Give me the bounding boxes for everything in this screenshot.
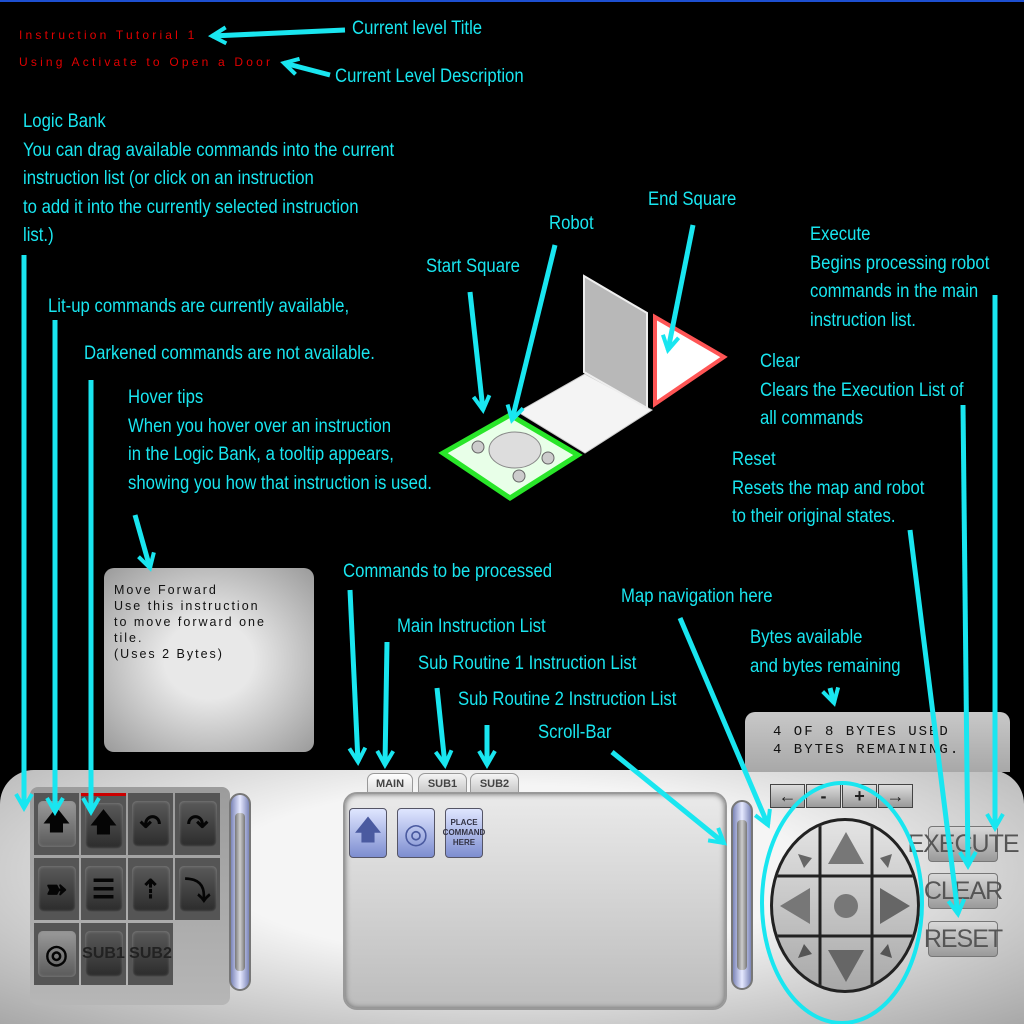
center-icon <box>834 894 858 918</box>
list-item-activate[interactable]: ◎ <box>397 808 435 858</box>
logic-bank-command[interactable]: SUB2 <box>128 923 173 985</box>
annotation-lit-up: Lit-up commands are currently available, <box>48 296 350 317</box>
annotation-hover-tips: Hover tips When you hover over an instruc… <box>128 387 432 494</box>
annotation-scroll-bar: Scroll-Bar <box>538 722 612 743</box>
ladder-icon: ☰ <box>84 866 123 912</box>
bytes-used: 4 OF 8 BYTES USED <box>773 724 950 740</box>
tab-sub1[interactable]: SUB1 <box>418 773 467 794</box>
tab-sub2[interactable]: SUB2 <box>470 773 519 794</box>
logic-bank-command[interactable]: ➽ <box>34 858 79 920</box>
tab-main[interactable]: MAIN <box>367 773 413 794</box>
hover-tooltip: Move Forward Use this instruction to move … <box>104 568 314 752</box>
list-item-move-forward[interactable]: 🡅 <box>349 808 387 858</box>
zoom-in-button[interactable]: + <box>842 784 877 808</box>
pan-left-icon <box>780 888 810 924</box>
move-forward-icon: 🡅 <box>37 801 76 847</box>
logic-bank-command[interactable]: SUB1 <box>81 923 126 985</box>
instruction-list-scrollbar[interactable] <box>731 800 753 990</box>
annotation-sub1-list: Sub Routine 1 Instruction List <box>418 653 637 674</box>
pan-right-icon <box>880 888 910 924</box>
sub2-icon: SUB2 <box>129 931 172 977</box>
end-square <box>653 313 728 408</box>
annotation-darkened: Darkened commands are not available. <box>84 343 375 364</box>
activate-icon: ◎ <box>37 931 76 977</box>
logic-bank-command[interactable]: 🡅 <box>34 793 79 855</box>
turn-left-icon: ↶ <box>131 801 170 847</box>
annotation-reset: Reset Resets the map and robot to their or… <box>732 449 925 527</box>
fire-icon: ➽ <box>37 866 76 912</box>
logic-bank-command[interactable]: ↷ <box>175 793 220 855</box>
logic-bank-command[interactable]: ↶ <box>128 793 173 855</box>
annotation-bytes: Bytes available and bytes remaining <box>750 627 901 677</box>
annotation-execute: Execute Begins processing robot commands i… <box>810 224 990 331</box>
annotation-logic-bank: Logic Bank You can drag available command… <box>23 111 395 246</box>
logic-bank-command[interactable]: ⇡ <box>128 858 173 920</box>
rotate-right-button[interactable]: → <box>878 784 913 808</box>
place-command-slot[interactable]: PLACE COMMAND HERE <box>443 808 485 858</box>
logic-bank-scrollbar[interactable] <box>229 793 251 991</box>
annotation-map-nav: Map navigation here <box>621 586 773 607</box>
reset-button[interactable]: RESET <box>924 921 1003 957</box>
pan-up-icon <box>828 832 864 864</box>
bytes-remaining: 4 BYTES REMAINING. <box>773 742 961 758</box>
annotation-level-description: Current Level Description <box>335 66 524 87</box>
logic-bank-command[interactable]: ☰ <box>81 858 126 920</box>
zoom-out-button[interactable]: - <box>806 784 841 808</box>
pan-down-icon <box>828 950 864 982</box>
robot <box>488 431 542 469</box>
logic-bank-command[interactable]: ⤵ <box>175 858 220 920</box>
logic-bank-command[interactable]: 🡅 <box>81 793 126 855</box>
sub1-icon: SUB1 <box>82 931 125 977</box>
annotation-commands: Commands to be processed <box>343 561 553 582</box>
bytes-display: 4 OF 8 BYTES USED 4 BYTES REMAINING. <box>745 712 1010 772</box>
climb-icon: ⇡ <box>131 866 170 912</box>
annotation-main-list: Main Instruction List <box>397 616 546 637</box>
annotation-end-square: End Square <box>648 189 737 210</box>
annotation-robot: Robot <box>549 213 594 234</box>
annotation-clear: Clear Clears the Execution List of all com… <box>760 351 964 429</box>
execute-button[interactable]: EXECUTE <box>907 826 1020 862</box>
logic-bank-command[interactable]: ◎ <box>34 923 79 985</box>
turn-right-icon: ↷ <box>178 801 217 847</box>
drop-icon: ⤵ <box>178 866 217 912</box>
map-navigation-pad[interactable] <box>770 818 920 993</box>
annotation-start-square: Start Square <box>426 256 520 277</box>
annotation-sub2-list: Sub Routine 2 Instruction List <box>458 689 677 710</box>
rotate-left-button[interactable]: ← <box>770 784 805 808</box>
annotation-level-title: Current level Title <box>352 18 483 39</box>
jump-forward-icon: 🡅 <box>84 802 123 849</box>
clear-button[interactable]: CLEAR <box>924 873 1003 909</box>
